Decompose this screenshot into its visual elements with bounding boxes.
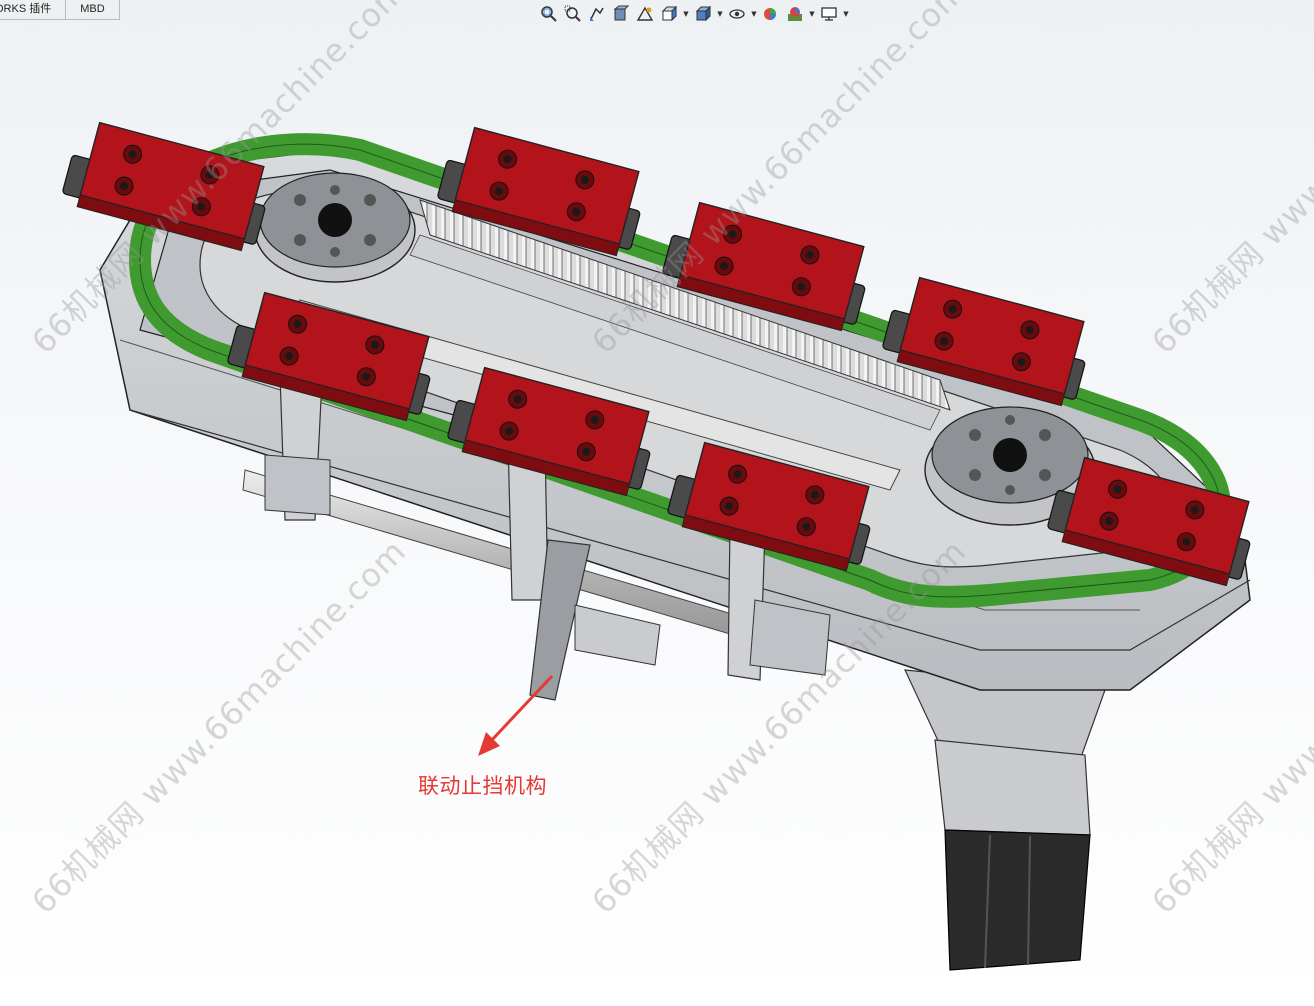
conveyor-3d-model[interactable]: [0, 0, 1314, 1006]
cad-viewport[interactable]: ORKS 插件 MBD ▼ ▼ ▼ ▼ ▼ 联动止挡机构 66机械网 www.6…: [0, 0, 1314, 1006]
callout-arrow: [478, 674, 554, 756]
section-view-icon[interactable]: [610, 3, 632, 25]
tab-mbd[interactable]: MBD: [65, 0, 120, 20]
heads-up-view-toolbar: ▼ ▼ ▼ ▼ ▼: [538, 2, 850, 26]
apply-scene-icon[interactable]: [784, 3, 806, 25]
edit-appearance-icon[interactable]: [760, 3, 782, 25]
drive-pulley-left: [254, 172, 416, 283]
chevron-down-icon[interactable]: ▼: [750, 3, 758, 25]
chevron-down-icon[interactable]: ▼: [716, 3, 724, 25]
command-manager-tabs: ORKS 插件 MBD: [0, 0, 120, 20]
display-style-icon[interactable]: [692, 3, 714, 25]
zoom-to-area-icon[interactable]: [562, 3, 584, 25]
servo-motor: [904, 669, 1106, 971]
callout-label: 联动止挡机构: [418, 774, 547, 798]
chevron-down-icon[interactable]: ▼: [808, 3, 816, 25]
tab-solidworks-addins[interactable]: ORKS 插件: [0, 0, 67, 20]
view-settings-icon[interactable]: [818, 3, 840, 25]
chevron-down-icon[interactable]: ▼: [842, 3, 850, 25]
hide-show-items-icon[interactable]: [726, 3, 748, 25]
previous-view-icon[interactable]: [586, 3, 608, 25]
chevron-down-icon[interactable]: ▼: [682, 3, 690, 25]
dynamic-annotation-icon[interactable]: [634, 3, 656, 25]
zoom-to-fit-icon[interactable]: [538, 3, 560, 25]
view-orientation-icon[interactable]: [658, 3, 680, 25]
